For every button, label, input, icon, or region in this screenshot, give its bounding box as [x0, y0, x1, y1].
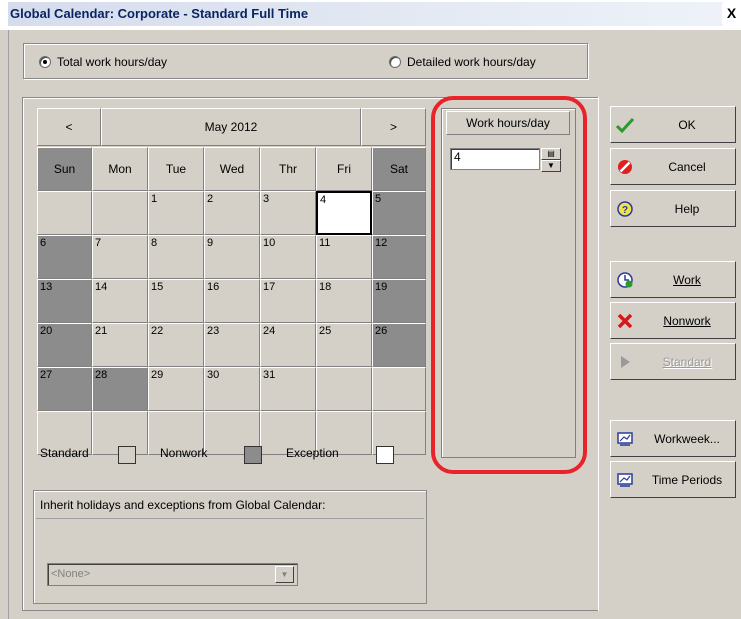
calendar-day-21[interactable]: 21: [92, 323, 148, 367]
legend-exception-swatch: [376, 446, 394, 464]
calendar-day-18[interactable]: 18: [316, 279, 372, 323]
day-header-wed: Wed: [204, 147, 260, 191]
calendar-dialog: Global Calendar: Corporate - Standard Fu…: [0, 0, 741, 619]
day-header-fri: Fri: [316, 147, 372, 191]
work-hours-spinner[interactable]: ▤ ▼: [541, 148, 561, 172]
title-bar: Global Calendar: Corporate - Standard Fu…: [0, 0, 741, 30]
legend-nonwork-swatch: [244, 446, 262, 464]
work-hours-header: Work hours/day: [446, 111, 570, 135]
calendar-empty-cell: [316, 367, 372, 411]
calendar-day-4[interactable]: 4: [316, 191, 372, 235]
calendar-day-2[interactable]: 2: [204, 191, 260, 235]
calendar-day-28[interactable]: 28: [92, 367, 148, 411]
day-header-sun: Sun: [37, 147, 92, 191]
nonwork-button[interactable]: Nonwork: [610, 302, 736, 339]
inherit-divider: [36, 518, 424, 519]
total-hours-radio[interactable]: Total work hours/day: [39, 55, 167, 69]
chart-icon: [611, 472, 639, 488]
day-header-sat: Sat: [372, 147, 426, 191]
radio-unselected-icon: [389, 56, 401, 68]
help-label: Help: [674, 201, 700, 216]
month-title: May 2012: [101, 108, 361, 146]
calendar-day-11[interactable]: 11: [316, 235, 372, 279]
calendar-day-31[interactable]: 31: [260, 367, 316, 411]
prev-month-button[interactable]: <: [37, 108, 101, 146]
radio-selected-icon: [39, 56, 51, 68]
calendar-day-12[interactable]: 12: [372, 235, 426, 279]
detailed-hours-radio[interactable]: Detailed work hours/day: [389, 55, 536, 69]
calendar-day-14[interactable]: 14: [92, 279, 148, 323]
ok-button[interactable]: OK: [610, 106, 736, 143]
calendar-day-10[interactable]: 10: [260, 235, 316, 279]
calendar-day-1[interactable]: 1: [148, 191, 204, 235]
detailed-hours-label: Detailed work hours/day: [407, 55, 536, 69]
calendar-day-24[interactable]: 24: [260, 323, 316, 367]
calendar-day-3[interactable]: 3: [260, 191, 316, 235]
calendar-empty-cell: [37, 191, 92, 235]
day-header-thr: Thr: [260, 147, 316, 191]
play-icon: [611, 355, 639, 369]
chart-icon: [611, 431, 639, 447]
calendar-day-7[interactable]: 7: [92, 235, 148, 279]
calendar-day-6[interactable]: 6: [37, 235, 92, 279]
next-month-button[interactable]: >: [361, 108, 426, 146]
inherit-label: Inherit holidays and exceptions from Glo…: [40, 498, 326, 512]
calendar-day-26[interactable]: 26: [372, 323, 426, 367]
total-hours-label: Total work hours/day: [57, 55, 168, 69]
calculator-icon[interactable]: ▤: [541, 148, 561, 160]
calendar-day-5[interactable]: 5: [372, 191, 426, 235]
nonwork-label: Nonwork: [663, 313, 711, 328]
legend-standard-label: Standard: [40, 446, 89, 460]
calendar-day-8[interactable]: 8: [148, 235, 204, 279]
workweek-button[interactable]: Workweek...: [610, 420, 736, 457]
cancel-label: Cancel: [668, 159, 706, 174]
calendar-day-27[interactable]: 27: [37, 367, 92, 411]
legend-nonwork-label: Nonwork: [160, 446, 208, 460]
checkmark-icon: [611, 117, 639, 133]
day-header-tue: Tue: [148, 147, 204, 191]
calendar-day-9[interactable]: 9: [204, 235, 260, 279]
workweek-label: Workweek...: [654, 431, 720, 446]
cancel-button[interactable]: Cancel: [610, 148, 736, 185]
standard-button[interactable]: Standard: [610, 343, 736, 380]
calendar-day-25[interactable]: 25: [316, 323, 372, 367]
calendar-day-17[interactable]: 17: [260, 279, 316, 323]
x-mark-icon: [611, 313, 639, 329]
help-icon: ?: [611, 200, 639, 217]
time-periods-button[interactable]: Time Periods: [610, 461, 736, 498]
calendar-day-30[interactable]: 30: [204, 367, 260, 411]
work-hours-input[interactable]: 4: [450, 148, 540, 170]
calendar-day-15[interactable]: 15: [148, 279, 204, 323]
day-header-mon: Mon: [92, 147, 148, 191]
calendar-day-13[interactable]: 13: [37, 279, 92, 323]
calendar-empty-cell: [372, 367, 426, 411]
svg-text:?: ?: [622, 205, 628, 216]
calendar-day-19[interactable]: 19: [372, 279, 426, 323]
chevron-down-icon[interactable]: ▼: [275, 566, 294, 583]
ok-label: OK: [678, 117, 696, 132]
calendar-empty-cell: [92, 191, 148, 235]
calendar-day-23[interactable]: 23: [204, 323, 260, 367]
calendar-day-16[interactable]: 16: [204, 279, 260, 323]
calendar-day-22[interactable]: 22: [148, 323, 204, 367]
work-button[interactable]: Work: [610, 261, 736, 298]
calendar-day-29[interactable]: 29: [148, 367, 204, 411]
calendar-day-20[interactable]: 20: [37, 323, 92, 367]
close-button[interactable]: X: [722, 4, 741, 24]
inherit-calendar-select[interactable]: <None>: [47, 563, 298, 586]
standard-label: Standard: [662, 354, 712, 369]
time-periods-label: Time Periods: [651, 472, 723, 487]
help-button[interactable]: ? Help: [610, 190, 736, 227]
window-title: Global Calendar: Corporate - Standard Fu…: [8, 2, 723, 26]
legend-exception-label: Exception: [286, 446, 339, 460]
work-label: Work: [673, 272, 701, 287]
clock-icon: [611, 271, 639, 289]
legend-standard-swatch: [118, 446, 136, 464]
cancel-icon: [611, 159, 639, 175]
chevron-down-icon[interactable]: ▼: [541, 160, 561, 172]
